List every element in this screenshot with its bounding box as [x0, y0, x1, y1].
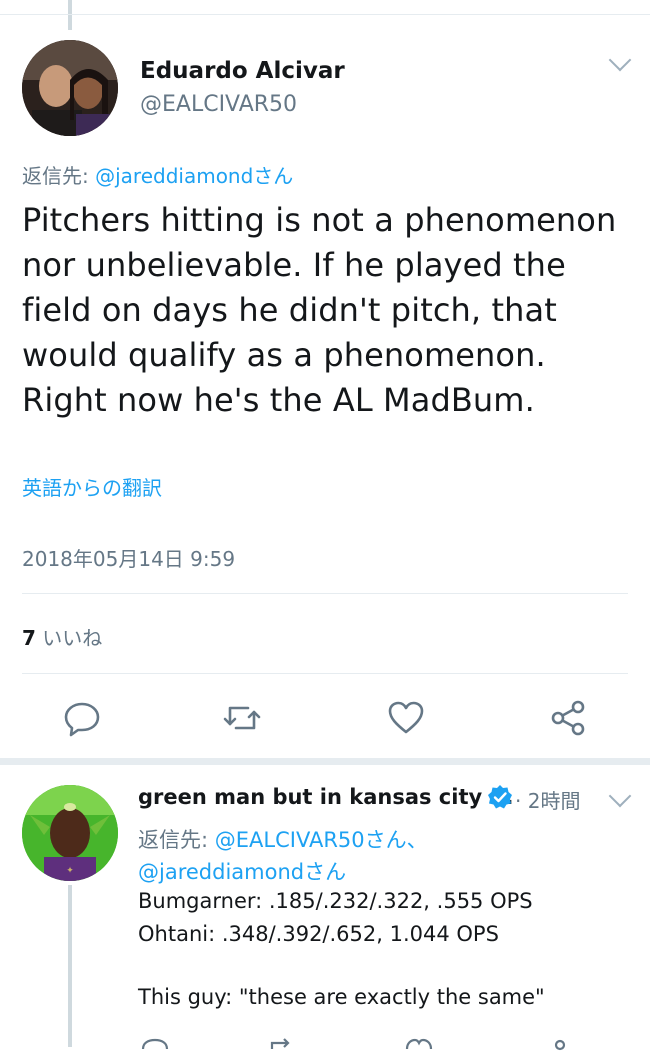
retweet-icon[interactable] — [222, 698, 262, 738]
reply-to-link[interactable]: @jareddiamondさん — [138, 856, 346, 886]
like-icon[interactable] — [386, 698, 426, 738]
tweet-body-line: would qualify as a phenomenon. — [22, 336, 546, 374]
likes-number: 7 — [22, 626, 36, 650]
translate-link[interactable]: 英語からの翻訳 — [22, 472, 162, 501]
retweet-icon[interactable] — [268, 1036, 298, 1050]
divider — [22, 593, 628, 594]
tweet-body-line: nor unbelievable. If he played the — [22, 246, 566, 284]
share-icon[interactable] — [548, 1036, 572, 1051]
avatar[interactable] — [22, 40, 118, 136]
tweet-body-line: Right now he's the AL MadBum. — [22, 381, 535, 419]
reply-to-line: 返信先: @jareddiamondさん — [22, 160, 293, 189]
reply-to-line: 返信先: @EALCIVAR50さん、 — [138, 824, 428, 854]
tweet-body: Pitchers hitting is not a phenomenon nor… — [22, 198, 637, 423]
like-icon[interactable] — [404, 1036, 434, 1050]
verified-icon — [487, 784, 513, 810]
reply-to-link[interactable]: @jareddiamondさん — [95, 164, 293, 188]
divider — [0, 14, 650, 15]
reply-body-line: Ohtani: .348/.392/.652, 1.044 OPS — [138, 922, 499, 946]
author-name[interactable]: Eduardo Alcivar — [140, 58, 345, 84]
reply-body-line: Bumgarner: .185/.232/.322, .555 OPS — [138, 889, 533, 913]
thread-line — [68, 0, 72, 30]
chevron-down-icon[interactable] — [608, 48, 632, 72]
reply-prefix: 返信先: — [22, 164, 96, 188]
thread-line — [68, 885, 72, 1047]
reply-time: · 2時間 — [515, 789, 581, 813]
reply-prefix: 返信先: — [138, 828, 215, 852]
reply-icon[interactable] — [62, 698, 102, 738]
likes-count[interactable]: 7 いいね — [22, 622, 102, 651]
divider — [22, 673, 628, 674]
chevron-down-icon[interactable] — [608, 784, 632, 808]
reply-icon[interactable] — [140, 1036, 170, 1050]
author-handle[interactable]: @EALCIVAR50 — [140, 92, 297, 117]
tweet-timestamp: 2018年05月14日 9:59 — [22, 547, 236, 571]
avatar[interactable]: ✦ — [22, 785, 118, 881]
svg-text:✦: ✦ — [66, 866, 74, 876]
reply-to-link[interactable]: @EALCIVAR50さん、 — [215, 828, 428, 852]
tweet-body-line: Pitchers hitting is not a phenomenon — [22, 201, 617, 239]
reply-body-line: This guy: "these are exactly the same" — [138, 985, 545, 1009]
reply-author-name[interactable]: green man but in kansas city ... — [138, 785, 513, 809]
tweet-body-line: field on days he didn't pitch, that — [22, 291, 557, 329]
tweet-separator — [0, 758, 650, 765]
share-icon[interactable] — [548, 698, 588, 738]
likes-label: いいね — [35, 626, 103, 650]
